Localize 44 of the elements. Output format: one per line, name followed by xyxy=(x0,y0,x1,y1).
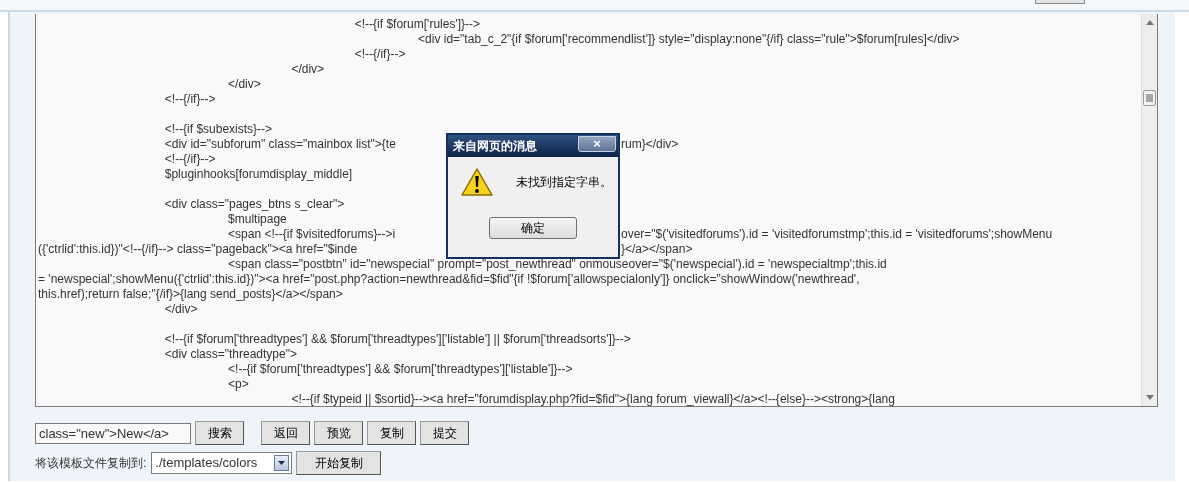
code-line: <!--{if $forum['threadtypes'] && $forum['threadtypes']['listable'] || $forum['threadsorts']}--> xyxy=(163,332,631,347)
dropdown-icon[interactable] xyxy=(274,455,290,471)
code-line: <!--{if $forum['threadtypes'] && $forum['threadtypes']['listable']}--> xyxy=(227,362,573,377)
scrollbar[interactable] xyxy=(1141,14,1157,406)
action-button[interactable]: 提交 xyxy=(420,421,469,445)
warning-icon xyxy=(460,167,494,197)
code-line: <!--{if $typeid || $sortid}--><a href="forumdisplay.php?fid=$fid">{lang forum_viewall}</a><!--{else}--><strong>{lang xyxy=(290,392,895,406)
dialog-message: 未找到指定字串。 xyxy=(516,174,612,191)
code-line: <span <!--{if $visitedforums}-->i xyxy=(227,227,396,242)
action-button[interactable]: 预览 xyxy=(314,421,363,445)
action-button[interactable]: 返回 xyxy=(261,421,310,445)
search-button[interactable]: 搜索 xyxy=(195,421,244,445)
code-line: <!--{/if}--> xyxy=(353,47,406,62)
folder-select[interactable]: ./templates/colors xyxy=(151,452,293,474)
code-line: </div> xyxy=(290,62,325,77)
dialog-title: 来自网页的消息 xyxy=(453,138,537,155)
copy-button[interactable]: 开始复制 xyxy=(296,451,382,475)
code-line: $multipage xyxy=(227,212,287,227)
search-field[interactable]: class="new">New</a> xyxy=(35,422,191,444)
code-line: this.href);return false;"{/if}>{lang send_posts}</a></span> xyxy=(38,287,343,302)
code-line: <!--{/if}--> xyxy=(163,92,216,107)
code-line: <div class="threadtype"> xyxy=(163,347,297,362)
scroll-down-icon[interactable] xyxy=(1146,395,1154,400)
copy-label: 将该模板文件复制到: xyxy=(35,455,147,472)
code-line: </div> xyxy=(163,302,198,317)
code-line: <div id="tab_c_2"{if $forum['recommendlist']} style="display:none"{/if} class="rule">$forum[rules]</div> xyxy=(417,32,960,47)
code-line: <div id="subforum" class="mainbox list">{te xyxy=(163,137,396,152)
code-line: <!--{if $subexists}--> xyxy=(163,122,273,137)
code-line: over="$('visitedforums').id = 'visitedforumstmp';this.id = 'visitedforums';showMenu xyxy=(621,227,1053,242)
code-line: <span class="postbtn" id="newspecial" prompt="post_newthread" onmouseover="$('newspecial').id = 'newspecialtmp';this.id xyxy=(227,257,887,272)
code-line: </div> xyxy=(227,77,261,92)
code-line: $pluginhooks[forumdisplay_middle] xyxy=(163,167,353,182)
code-line: = 'newspecial';showMenu({'ctrlid':this.id})"><a href="post.php?action=newthread&fid=$fid"{if !$forum['allowspecialonly']} onclick="showWindow('newthread', xyxy=(38,272,860,287)
code-line: <div class="pages_btns s_clear"> xyxy=(163,197,345,212)
code-line: ({'ctrlid':this.id})"<!--{/if}--> class="pageback"><a href="$inde xyxy=(38,242,358,257)
code-line: <!--{/if}--> xyxy=(163,152,216,167)
scroll-up-icon[interactable] xyxy=(1146,20,1154,25)
code-line: <!--{if $forum['rules']}--> xyxy=(353,17,481,32)
scroll-thumb[interactable] xyxy=(1143,90,1156,106)
code-line: <p> xyxy=(227,377,249,392)
action-button[interactable]: 复制 xyxy=(367,421,416,445)
code-line: rum}</div> xyxy=(621,137,679,152)
code-line: }</a></span> xyxy=(621,242,693,257)
ok-button[interactable]: 确定 xyxy=(489,217,577,239)
